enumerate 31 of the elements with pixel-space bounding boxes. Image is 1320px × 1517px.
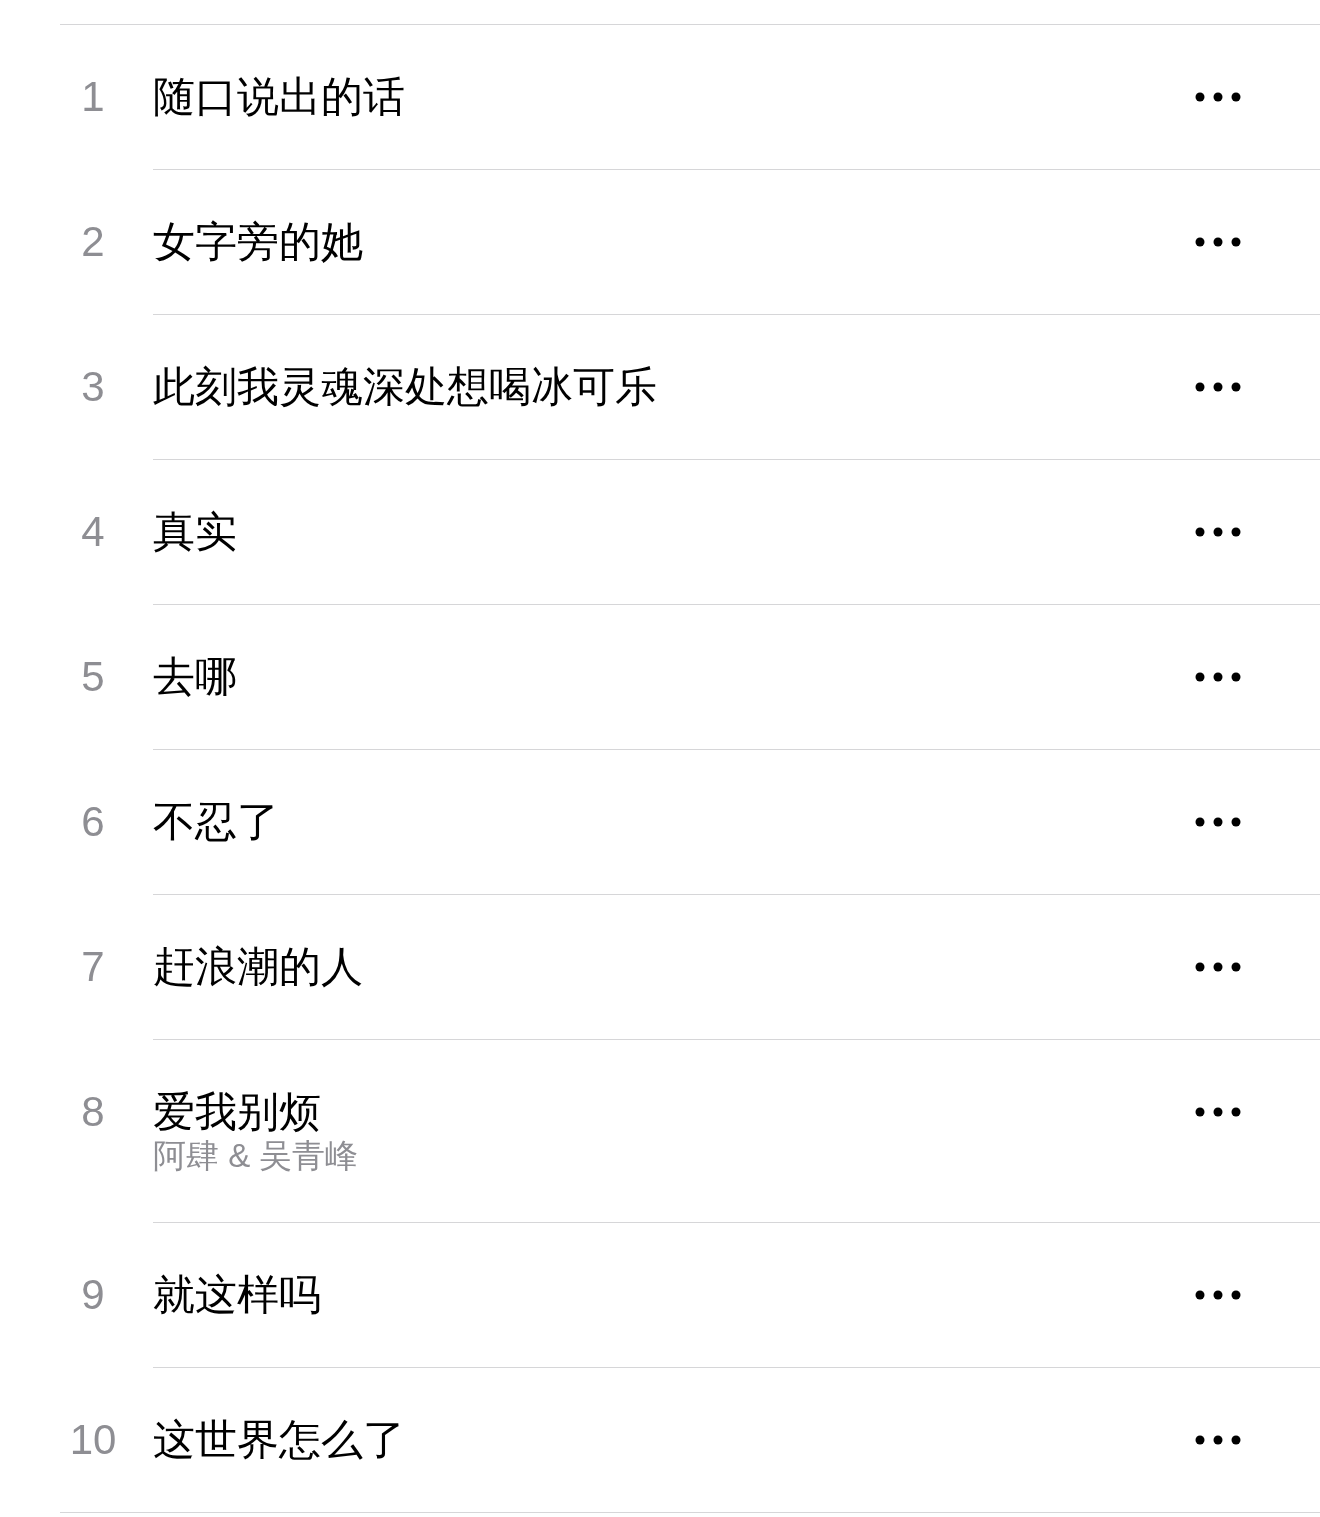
more-icon[interactable] <box>1195 817 1241 827</box>
track-number: 7 <box>80 942 106 992</box>
track-number: 1 <box>80 72 106 122</box>
more-icon[interactable] <box>1195 962 1241 972</box>
track-number: 9 <box>80 1270 106 1320</box>
track-title[interactable]: 就这样吗 <box>153 1270 321 1320</box>
track-title[interactable]: 不忍了 <box>153 797 279 847</box>
track-title[interactable]: 爱我别烦 <box>153 1087 321 1137</box>
more-icon[interactable] <box>1195 1435 1241 1445</box>
track-title[interactable]: 女字旁的她 <box>153 217 363 267</box>
track-title[interactable]: 这世界怎么了 <box>153 1415 405 1465</box>
more-icon[interactable] <box>1195 1107 1241 1117</box>
track-artist: 阿肆 & 吴青峰 <box>153 1137 359 1175</box>
more-icon[interactable] <box>1195 92 1241 102</box>
track-title[interactable]: 真实 <box>153 507 237 557</box>
track-title[interactable]: 随口说出的话 <box>153 72 405 122</box>
more-icon[interactable] <box>1195 237 1241 247</box>
track-title[interactable]: 此刻我灵魂深处想喝冰可乐 <box>153 362 657 412</box>
more-icon[interactable] <box>1195 382 1241 392</box>
track-title[interactable]: 去哪 <box>153 652 237 702</box>
track-number: 6 <box>80 797 106 847</box>
more-icon[interactable] <box>1195 527 1241 537</box>
track-number: 8 <box>80 1087 106 1137</box>
more-icon[interactable] <box>1195 1290 1241 1300</box>
more-icon[interactable] <box>1195 672 1241 682</box>
track-number: 10 <box>68 1415 118 1465</box>
track-number: 4 <box>80 507 106 557</box>
track-number: 3 <box>80 362 106 412</box>
track-number: 5 <box>80 652 106 702</box>
track-title[interactable]: 赶浪潮的人 <box>153 942 363 992</box>
track-number: 2 <box>80 217 106 267</box>
